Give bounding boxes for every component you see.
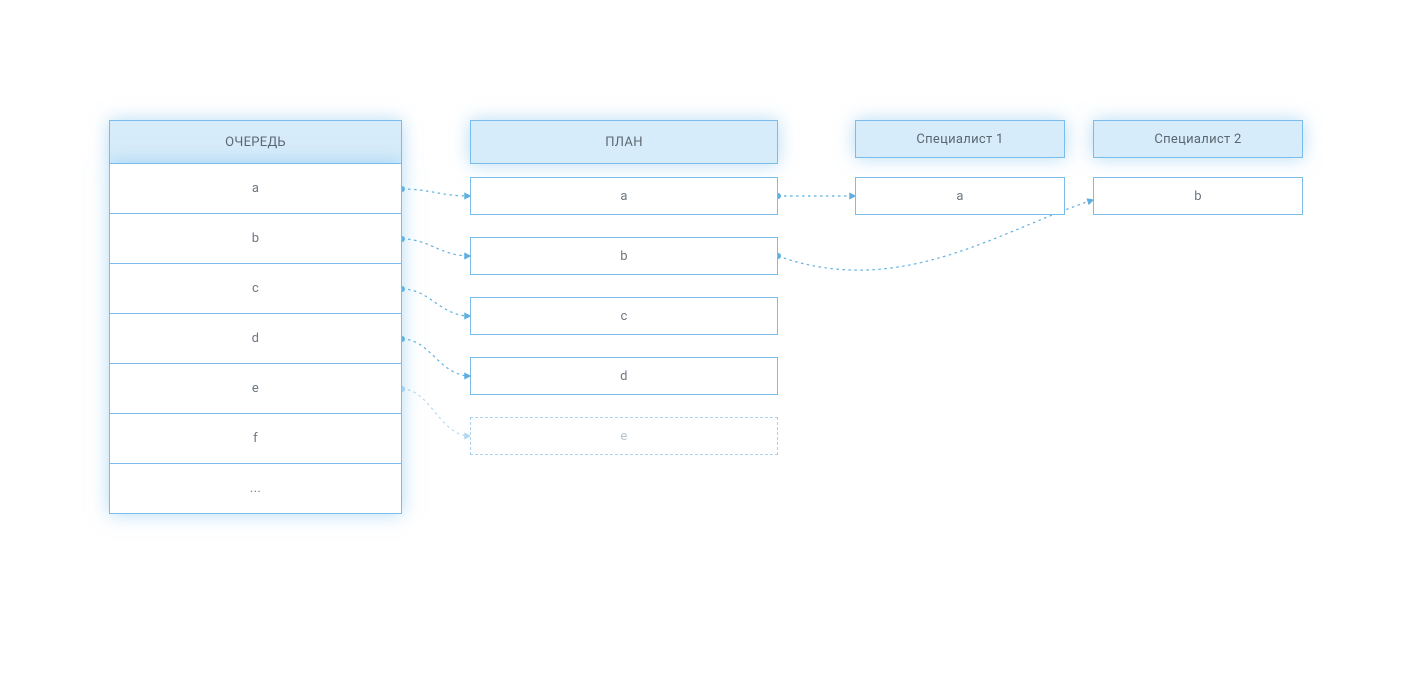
plan-item-label: d <box>620 369 628 384</box>
plan-header-label: ПЛАН <box>605 135 643 150</box>
spec1-header-label: Специалист 1 <box>916 132 1003 147</box>
diagram-stage: ОЧЕРЕДЬ a b c d e f ... ПЛАН a b c d e С… <box>0 0 1408 695</box>
queue-cell: e <box>252 381 259 396</box>
queue-row: d <box>110 313 401 363</box>
queue-header: ОЧЕРЕДЬ <box>109 120 402 164</box>
plan-item: b <box>470 237 778 275</box>
queue-cell: ... <box>250 481 261 496</box>
plan-item: a <box>470 177 778 215</box>
plan-item-label: b <box>620 249 628 264</box>
queue-row: c <box>110 263 401 313</box>
plan-item: c <box>470 297 778 335</box>
spec2-header-label: Специалист 2 <box>1154 132 1241 147</box>
queue-row: ... <box>110 463 401 513</box>
spec1-item-label: a <box>956 189 963 204</box>
queue-cell: c <box>252 281 259 296</box>
queue-row: f <box>110 413 401 463</box>
spec1-item: a <box>855 177 1065 215</box>
queue-cell: a <box>252 181 259 196</box>
queue-cell: d <box>252 331 260 346</box>
spec2-header: Специалист 2 <box>1093 120 1303 158</box>
plan-item-label: c <box>620 309 627 324</box>
queue-cell: f <box>253 431 258 446</box>
spec1-header: Специалист 1 <box>855 120 1065 158</box>
queue-row: a <box>110 163 401 213</box>
queue-cell: b <box>252 231 260 246</box>
spec2-item: b <box>1093 177 1303 215</box>
queue-row: b <box>110 213 401 263</box>
plan-item-label: e <box>620 429 627 444</box>
queue-header-label: ОЧЕРЕДЬ <box>225 135 286 150</box>
plan-item: d <box>470 357 778 395</box>
plan-header: ПЛАН <box>470 120 778 164</box>
spec2-item-label: b <box>1194 189 1202 204</box>
plan-item-ghost: e <box>470 417 778 455</box>
queue-row: e <box>110 363 401 413</box>
plan-item-label: a <box>620 189 627 204</box>
queue-table: a b c d e f ... <box>109 163 402 514</box>
